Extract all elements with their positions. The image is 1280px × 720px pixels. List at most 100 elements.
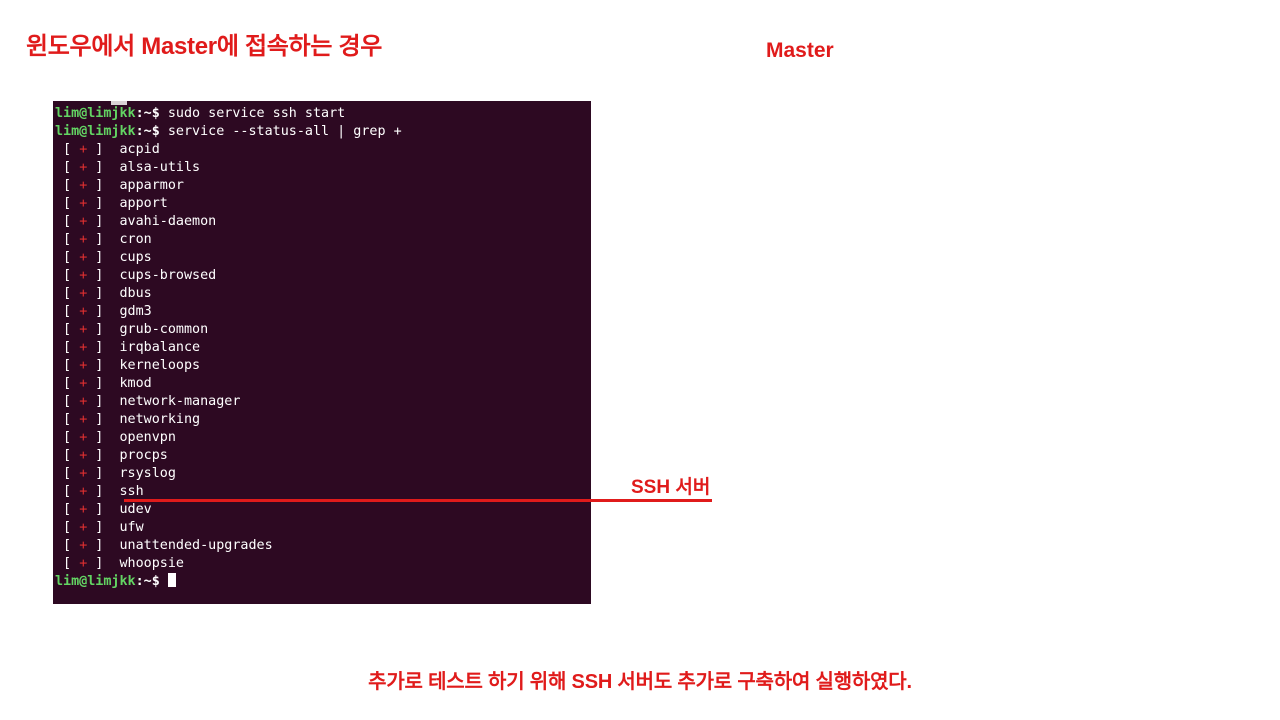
service-row: [ + ] gdm3: [53, 303, 591, 321]
status-bracket-open: [: [55, 448, 80, 463]
status-bracket-close: ]: [87, 430, 120, 445]
status-bracket-open: [: [55, 142, 80, 157]
service-list: [ + ] acpid [ + ] alsa-utils [ + ] appar…: [53, 141, 591, 573]
status-bracket-open: [: [55, 268, 80, 283]
terminal-command-line: lim@limjkk:~$ service --status-all | gre…: [53, 123, 591, 141]
service-row: [ + ] openvpn: [53, 429, 591, 447]
service-row: [ + ] network-manager: [53, 393, 591, 411]
service-row: [ + ] alsa-utils: [53, 159, 591, 177]
prompt-path: :~$: [135, 124, 160, 139]
command-text: sudo service ssh start: [167, 106, 346, 121]
status-bracket-close: ]: [87, 322, 120, 337]
status-bracket-close: ]: [87, 142, 120, 157]
status-bracket-close: ]: [87, 520, 120, 535]
status-bracket-close: ]: [87, 214, 120, 229]
service-name: apparmor: [119, 178, 185, 193]
command-space: [160, 124, 168, 139]
status-bracket-close: ]: [87, 160, 120, 175]
status-bracket-open: [: [55, 196, 80, 211]
status-bracket-open: [: [55, 376, 80, 391]
status-bracket-open: [: [55, 322, 80, 337]
status-bracket-close: ]: [87, 448, 120, 463]
service-name: kerneloops: [119, 358, 201, 373]
prompt-user: lim@limjkk: [55, 106, 136, 121]
status-bracket-close: ]: [87, 376, 120, 391]
service-row: [ + ] kmod: [53, 375, 591, 393]
service-row: [ + ] kerneloops: [53, 357, 591, 375]
service-name: cron: [119, 232, 152, 247]
status-bracket-close: ]: [87, 304, 120, 319]
status-bracket-close: ]: [87, 178, 120, 193]
status-bracket-open: [: [55, 466, 80, 481]
service-row: [ + ] ufw: [53, 519, 591, 537]
status-bracket-open: [: [55, 412, 80, 427]
service-name: procps: [119, 448, 168, 463]
service-name: alsa-utils: [119, 160, 201, 175]
service-name: gdm3: [119, 304, 152, 319]
ssh-callout-label: SSH 서버: [631, 477, 711, 498]
page-title: 윈도우에서 Master에 접속하는 경우: [26, 33, 383, 60]
command-text-0: [160, 106, 168, 121]
service-row: [ + ] grub-common: [53, 321, 591, 339]
status-bracket-open: [: [55, 232, 80, 247]
command-text: service --status-all | grep +: [167, 124, 402, 139]
status-bracket-close: ]: [87, 340, 120, 355]
service-name: apport: [119, 196, 168, 211]
service-name: acpid: [119, 142, 160, 157]
terminal-command-line: lim@limjkk:~$ sudo service ssh start: [53, 105, 591, 123]
service-row: [ + ] irqbalance: [53, 339, 591, 357]
service-name: unattended-upgrades: [119, 538, 273, 553]
service-name: grub-common: [119, 322, 209, 337]
status-bracket-close: ]: [87, 232, 120, 247]
service-row: [ + ] apparmor: [53, 177, 591, 195]
terminal-prompt-line: lim@limjkk:~$: [53, 573, 591, 591]
status-bracket-open: [: [55, 160, 80, 175]
status-bracket-open: [: [55, 304, 80, 319]
service-name: rsyslog: [119, 466, 176, 481]
status-bracket-open: [: [55, 502, 80, 517]
status-bracket-close: ]: [87, 286, 120, 301]
status-bracket-close: ]: [87, 484, 120, 499]
status-bracket-close: ]: [87, 466, 120, 481]
prompt-user: lim@limjkk: [55, 574, 136, 589]
master-machine-label: Master: [766, 39, 834, 62]
service-name: ufw: [119, 520, 144, 535]
terminal-window[interactable]: lim@limjkk:~$ sudo service ssh start lim…: [53, 101, 591, 604]
terminal-output: lim@limjkk:~$ sudo service ssh start lim…: [53, 105, 591, 591]
status-bracket-close: ]: [87, 556, 120, 571]
status-bracket-open: [: [55, 250, 80, 265]
service-row: [ + ] cups-browsed: [53, 267, 591, 285]
status-bracket-open: [: [55, 538, 80, 553]
status-bracket-open: [: [55, 520, 80, 535]
status-bracket-open: [: [55, 556, 80, 571]
status-bracket-close: ]: [87, 538, 120, 553]
status-bracket-close: ]: [87, 502, 120, 517]
service-name: cups: [119, 250, 152, 265]
status-bracket-close: ]: [87, 268, 120, 283]
ssh-callout-line: [124, 499, 712, 502]
service-row: [ + ] avahi-daemon: [53, 213, 591, 231]
prompt-path: :~$: [135, 574, 160, 589]
service-name: avahi-daemon: [119, 214, 217, 229]
slide-caption: 추가로 테스트 하기 위해 SSH 서버도 추가로 구축하여 실행하였다.: [368, 671, 912, 693]
service-row: [ + ] unattended-upgrades: [53, 537, 591, 555]
status-bracket-close: ]: [87, 358, 120, 373]
service-name: openvpn: [119, 430, 176, 445]
service-row: [ + ] procps: [53, 447, 591, 465]
status-bracket-close: ]: [87, 196, 120, 211]
service-name: udev: [119, 502, 152, 517]
status-bracket-open: [: [55, 214, 80, 229]
service-name: irqbalance: [119, 340, 201, 355]
status-bracket-open: [: [55, 286, 80, 301]
service-row: [ + ] dbus: [53, 285, 591, 303]
status-bracket-close: ]: [87, 250, 120, 265]
service-row: [ + ] whoopsie: [53, 555, 591, 573]
service-row: [ + ] udev: [53, 501, 591, 519]
status-bracket-open: [: [55, 484, 80, 499]
service-name: kmod: [119, 376, 152, 391]
service-row: [ + ] acpid: [53, 141, 591, 159]
status-bracket-close: ]: [87, 412, 120, 427]
service-name: whoopsie: [119, 556, 185, 571]
status-bracket-open: [: [55, 358, 80, 373]
